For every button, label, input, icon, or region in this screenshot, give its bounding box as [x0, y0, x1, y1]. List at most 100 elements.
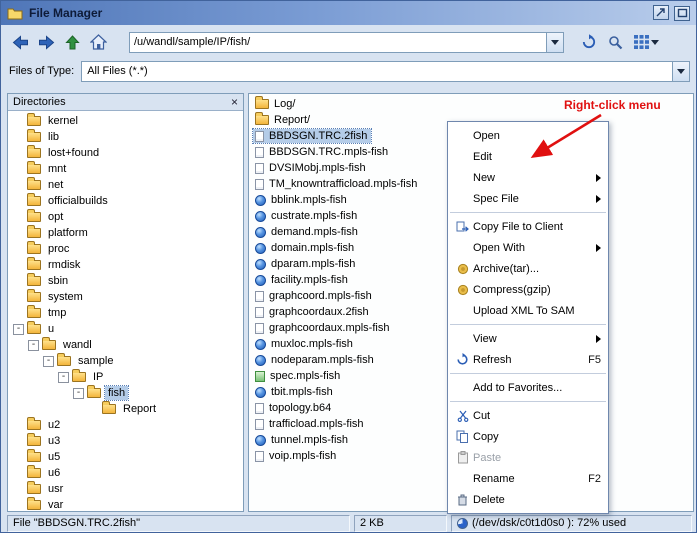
file-name: Log/	[274, 98, 295, 110]
tree-item-ip[interactable]: -IP	[8, 369, 243, 385]
file-name: graphcoordaux.mpls-fish	[269, 322, 389, 334]
file-bbdsgn-trc-mpls-fish[interactable]: BBDSGN.TRC.mpls-fish	[253, 145, 392, 159]
search-button[interactable]	[602, 29, 628, 55]
tree-item-u2[interactable]: u2	[8, 417, 243, 433]
file-nodeparam-mpls-fish[interactable]: nodeparam.mpls-fish	[253, 353, 378, 367]
file-muxloc-mpls-fish[interactable]: muxloc.mpls-fish	[253, 337, 357, 351]
files-of-type-dropdown-button[interactable]	[672, 62, 689, 81]
file-domain-mpls-fish[interactable]: domain.mpls-fish	[253, 241, 358, 255]
file-demand-mpls-fish[interactable]: demand.mpls-fish	[253, 225, 362, 239]
globe-icon	[255, 355, 266, 366]
tree-item-u[interactable]: -u	[8, 321, 243, 337]
file-log[interactable]: Log/	[253, 97, 299, 111]
file-graphcoord-mpls-fish[interactable]: graphcoord.mpls-fish	[253, 289, 376, 303]
file-bblink-mpls-fish[interactable]: bblink.mpls-fish	[253, 193, 351, 207]
tree-item-wandl[interactable]: -wandl	[8, 337, 243, 353]
file-bbdsgn-trc-2fish[interactable]: BBDSGN.TRC.2fish	[253, 129, 371, 143]
file-name: Report/	[274, 114, 310, 126]
file-tm-knowntrafficload-mpls-fish[interactable]: TM_knowntrafficload.mpls-fish	[253, 177, 421, 191]
menu-item-label: Copy	[473, 431, 601, 443]
menu-item-copy[interactable]: Copy	[448, 426, 608, 447]
tree-item-label: opt	[45, 210, 66, 224]
home-button[interactable]	[85, 29, 111, 55]
file-tunnel-mpls-fish[interactable]: tunnel.mpls-fish	[253, 433, 352, 447]
path-dropdown-button[interactable]	[546, 33, 563, 52]
tree-item-opt[interactable]: opt	[8, 209, 243, 225]
menu-item-open-with[interactable]: Open With	[448, 237, 608, 258]
folder-icon	[27, 500, 41, 510]
search-icon	[608, 35, 623, 50]
folder-icon	[27, 228, 41, 238]
tree-item-kernel[interactable]: kernel	[8, 113, 243, 129]
tree-item-rmdisk[interactable]: rmdisk	[8, 257, 243, 273]
maximize-window-button[interactable]	[674, 6, 690, 21]
menu-item-edit[interactable]: Edit	[448, 146, 608, 167]
back-button[interactable]	[7, 29, 33, 55]
tree-item-system[interactable]: system	[8, 289, 243, 305]
forward-button[interactable]	[33, 29, 59, 55]
file-topology-b64[interactable]: topology.b64	[253, 401, 335, 415]
detach-window-button[interactable]	[653, 5, 669, 20]
tree-item-label: sample	[75, 354, 116, 368]
views-button[interactable]	[628, 29, 664, 55]
file-facility-mpls-fish[interactable]: facility.mpls-fish	[253, 273, 352, 287]
menu-item-open[interactable]: Open	[448, 125, 608, 146]
tree-item-net[interactable]: net	[8, 177, 243, 193]
tree-item-officialbuilds[interactable]: officialbuilds	[8, 193, 243, 209]
file-dvsimobj-mpls-fish[interactable]: DVSIMobj.mpls-fish	[253, 161, 370, 175]
file-tbit-mpls-fish[interactable]: tbit.mpls-fish	[253, 385, 337, 399]
tree-item-u3[interactable]: u3	[8, 433, 243, 449]
file-voip-mpls-fish[interactable]: voip.mpls-fish	[253, 449, 340, 463]
menu-item-spec-file[interactable]: Spec File	[448, 188, 608, 209]
menu-item-archive-tar[interactable]: Archive(tar)...	[448, 258, 608, 279]
file-dparam-mpls-fish[interactable]: dparam.mpls-fish	[253, 257, 359, 271]
tree-item-lib[interactable]: lib	[8, 129, 243, 145]
tree-item-proc[interactable]: proc	[8, 241, 243, 257]
menu-item-delete[interactable]: Delete	[448, 489, 608, 510]
tree-item-u6[interactable]: u6	[8, 465, 243, 481]
tree-item-sbin[interactable]: sbin	[8, 273, 243, 289]
file-trafficload-mpls-fish[interactable]: trafficload.mpls-fish	[253, 417, 368, 431]
close-directories-button[interactable]: ×	[231, 96, 238, 108]
tree-item-var[interactable]: var	[8, 497, 243, 511]
path-input[interactable]	[130, 34, 546, 51]
file-custrate-mpls-fish[interactable]: custrate.mpls-fish	[253, 209, 361, 223]
title-bar[interactable]: File Manager	[1, 1, 696, 25]
menu-item-upload-xml-to-sam[interactable]: Upload XML To SAM	[448, 300, 608, 321]
menu-item-add-to-favorites[interactable]: Add to Favorites...	[448, 377, 608, 398]
tree-item-platform[interactable]: platform	[8, 225, 243, 241]
folder-icon	[27, 196, 41, 206]
tree-item-lost-found[interactable]: lost+found	[8, 145, 243, 161]
menu-item-refresh[interactable]: RefreshF5	[448, 349, 608, 370]
refresh-button[interactable]	[576, 29, 602, 55]
menu-item-compress-gzip[interactable]: Compress(gzip)	[448, 279, 608, 300]
collapse-toggle-icon[interactable]: -	[13, 324, 24, 335]
file-report[interactable]: Report/	[253, 113, 314, 127]
tree-item-report[interactable]: Report	[8, 401, 243, 417]
files-of-type-label: Files of Type:	[9, 65, 74, 77]
tree-item-usr[interactable]: usr	[8, 481, 243, 497]
disk-usage-pie-icon	[457, 518, 468, 529]
menu-item-view[interactable]: View	[448, 328, 608, 349]
menu-item-copy-file-to-client[interactable]: Copy File to Client	[448, 216, 608, 237]
menu-item-label: New	[473, 172, 588, 184]
menu-item-cut[interactable]: Cut	[448, 405, 608, 426]
menu-item-new[interactable]: New	[448, 167, 608, 188]
tree-item-sample[interactable]: - sample	[8, 353, 243, 369]
tree-item-mnt[interactable]: mnt	[8, 161, 243, 177]
collapse-toggle-icon[interactable]: -	[43, 356, 54, 367]
menu-item-rename[interactable]: RenameF2	[448, 468, 608, 489]
tree-item-tmp[interactable]: tmp	[8, 305, 243, 321]
cut-icon	[452, 410, 473, 422]
file-graphcoordaux-mpls-fish[interactable]: graphcoordaux.mpls-fish	[253, 321, 393, 335]
collapse-toggle-icon[interactable]: -	[73, 388, 84, 399]
file-graphcoordaux-2fish[interactable]: graphcoordaux.2fish	[253, 305, 373, 319]
collapse-toggle-icon[interactable]: -	[58, 372, 69, 383]
files-of-type-select[interactable]: All Files (*.*)	[81, 61, 690, 82]
tree-item-fish[interactable]: -fish	[8, 385, 243, 401]
up-directory-button[interactable]	[59, 29, 85, 55]
tree-item-u5[interactable]: u5	[8, 449, 243, 465]
doc-icon	[255, 147, 264, 158]
collapse-toggle-icon[interactable]: -	[28, 340, 39, 351]
file-spec-mpls-fish[interactable]: spec.mpls-fish	[253, 369, 344, 383]
